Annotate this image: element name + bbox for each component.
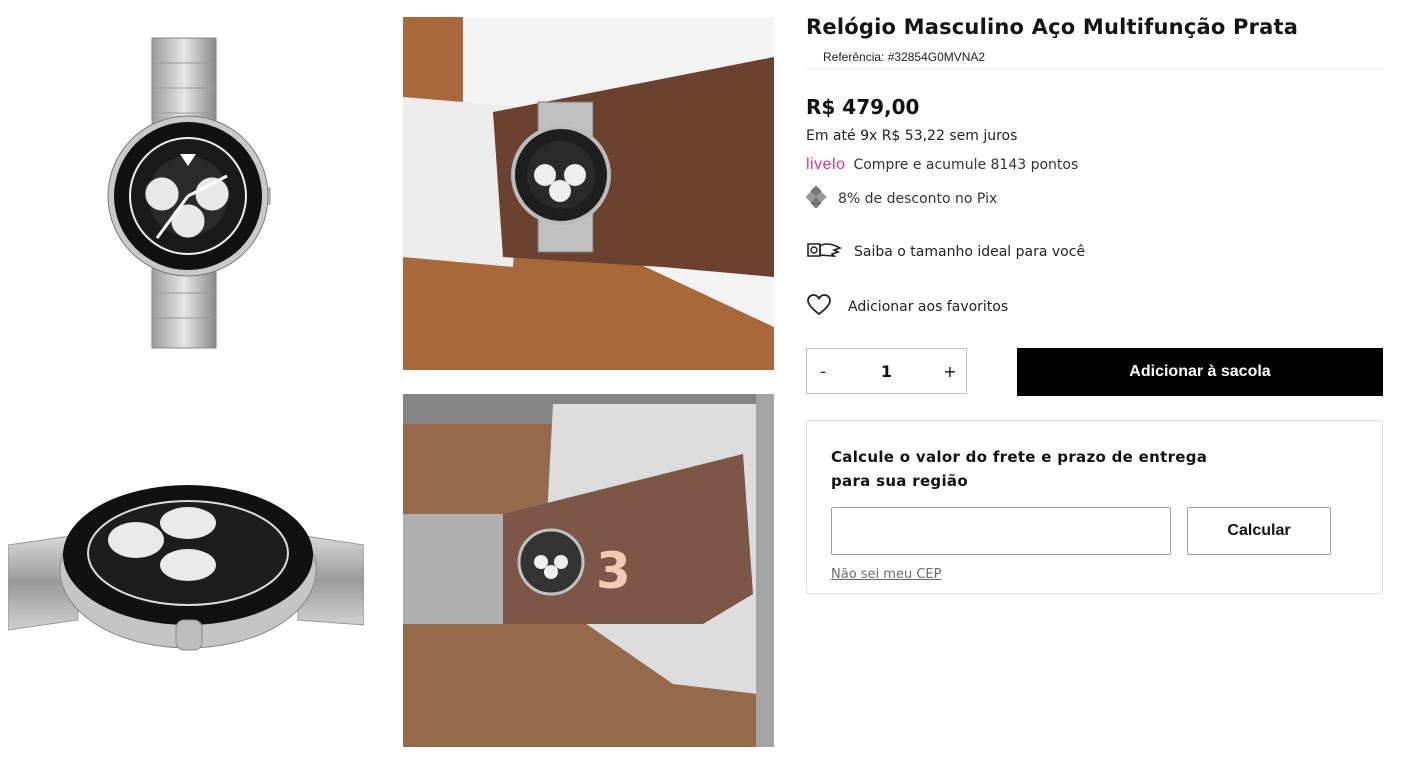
unknown-cep-link[interactable]: Não sei meu CEP bbox=[831, 567, 941, 582]
size-guide-link[interactable]: Saiba o tamanho ideal para você bbox=[806, 238, 1085, 266]
livelo-logo: livelo bbox=[806, 156, 846, 173]
add-to-favorites[interactable]: Adicionar aos favoritos bbox=[806, 293, 1008, 321]
writing-photo-illustration bbox=[403, 394, 774, 747]
watch-side-illustration bbox=[8, 485, 364, 651]
size-guide-text[interactable]: Saiba o tamanho ideal para você bbox=[854, 244, 1085, 260]
shipping-calculator: Calcule o valor do frete e prazo de entr… bbox=[806, 420, 1383, 594]
hand-size-icon bbox=[806, 238, 843, 266]
decrease-quantity-button[interactable]: - bbox=[807, 349, 839, 393]
divider bbox=[806, 68, 1383, 69]
add-to-bag-button[interactable]: Adicionar à sacola bbox=[1017, 348, 1383, 396]
product-image-front[interactable] bbox=[12, 18, 364, 370]
quantity-value[interactable]: 1 bbox=[881, 349, 892, 393]
watch-front-illustration bbox=[107, 37, 271, 349]
product-price: R$ 479,00 bbox=[806, 95, 920, 119]
calculate-button[interactable]: Calcular bbox=[1187, 507, 1331, 555]
wrist-photo-illustration bbox=[403, 17, 774, 370]
favorites-text[interactable]: Adicionar aos favoritos bbox=[848, 299, 1008, 315]
quantity-stepper: - 1 + bbox=[806, 348, 967, 394]
product-image-side[interactable] bbox=[8, 395, 364, 747]
pix-icon bbox=[805, 185, 828, 212]
livelo-text: Compre e acumule 8143 pontos bbox=[853, 157, 1079, 173]
product-image-writing[interactable]: 3 bbox=[403, 394, 774, 747]
livelo-points: livelo Compre e acumule 8143 pontos bbox=[806, 156, 1078, 174]
heart-icon[interactable] bbox=[806, 293, 832, 321]
slide-number: 3 bbox=[596, 542, 631, 600]
shipping-title: Calcule o valor do frete e prazo de entr… bbox=[831, 448, 1208, 490]
product-title: Relógio Masculino Aço Multifunção Prata bbox=[806, 15, 1299, 39]
installment-info: Em até 9x R$ 53,22 sem juros bbox=[806, 128, 1018, 144]
increase-quantity-button[interactable]: + bbox=[934, 349, 966, 393]
cep-input[interactable] bbox=[831, 507, 1171, 555]
pix-discount: 8% de desconto no Pix bbox=[805, 185, 998, 212]
pix-text: 8% de desconto no Pix bbox=[838, 191, 998, 207]
product-image-wrist[interactable] bbox=[403, 17, 774, 370]
product-reference: Referência: #32854G0MVNA2 bbox=[823, 50, 986, 64]
